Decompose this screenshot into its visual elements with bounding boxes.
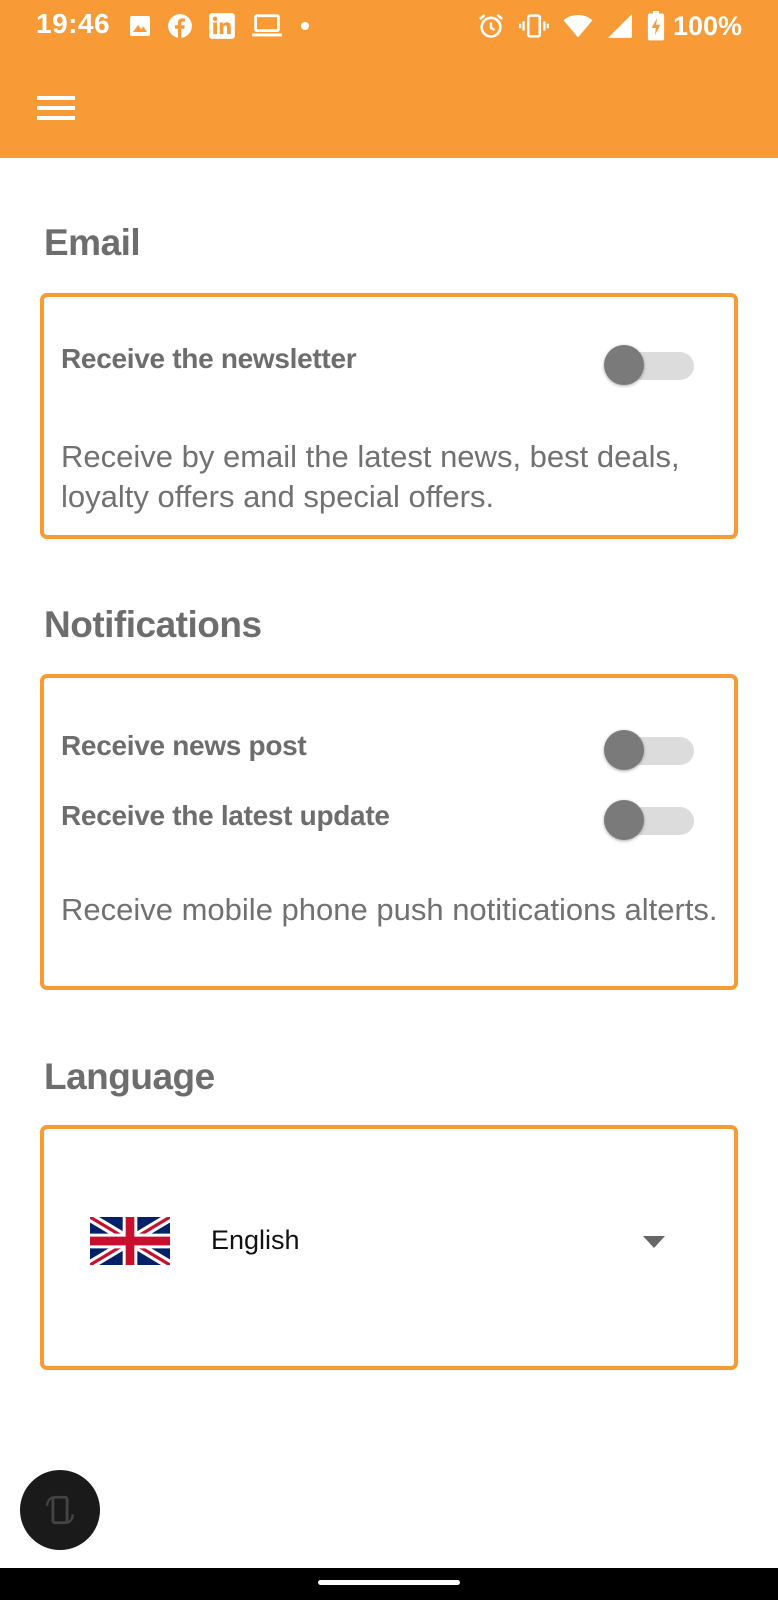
email-description: Receive by email the latest news, best d… — [61, 439, 680, 514]
vibrate-icon — [518, 14, 549, 38]
hamburger-menu-icon — [37, 96, 75, 120]
screen-rotate-icon — [46, 1495, 74, 1525]
news-post-label: Receive news post — [61, 730, 307, 761]
app-bar: 19:46 100% — [0, 0, 778, 158]
battery-percent: 100% — [672, 10, 742, 41]
laptop-icon — [252, 14, 282, 37]
latest-update-toggle[interactable] — [604, 798, 696, 842]
newsletter-toggle-thumb — [604, 345, 644, 385]
dot-icon — [301, 22, 309, 30]
newsletter-toggle[interactable] — [604, 343, 696, 387]
menu-button[interactable] — [30, 84, 82, 132]
alarm-icon — [479, 13, 503, 38]
system-nav-bar — [0, 1568, 778, 1600]
image-icon — [130, 16, 150, 36]
signal-icon — [608, 14, 632, 38]
latest-update-toggle-thumb — [604, 800, 644, 840]
language-section-title: Language — [44, 1056, 215, 1097]
notifications-section-title: Notifications — [44, 604, 262, 645]
email-card: Receive the newsletter Receive by email … — [40, 293, 738, 539]
news-post-toggle[interactable] — [604, 728, 696, 772]
uk-flag-icon — [90, 1217, 170, 1265]
status-notification-icons — [128, 10, 312, 42]
notifications-card: Receive news post Receive the latest upd… — [40, 674, 738, 990]
status-system-icons: 100% — [477, 10, 742, 42]
language-selected-value: English — [211, 1225, 300, 1255]
status-bar: 19:46 100% — [0, 0, 778, 50]
notifications-description: Receive mobile phone push notitications … — [61, 892, 718, 927]
newsletter-label: Receive the newsletter — [61, 343, 357, 374]
status-time: 19:46 — [36, 8, 111, 39]
home-gesture-handle[interactable] — [318, 1580, 460, 1585]
latest-update-label: Receive the latest update — [61, 800, 390, 831]
news-post-toggle-thumb — [604, 730, 644, 770]
linkedin-icon — [209, 13, 235, 39]
wifi-icon — [563, 15, 593, 38]
rotate-screen-button[interactable] — [20, 1470, 100, 1550]
email-section-title: Email — [44, 222, 141, 263]
language-card: English — [40, 1125, 738, 1370]
battery-charging-icon — [647, 11, 665, 41]
dropdown-arrow-icon — [643, 1236, 665, 1248]
facebook-icon — [168, 14, 192, 38]
language-dropdown[interactable]: English — [44, 1129, 734, 1366]
